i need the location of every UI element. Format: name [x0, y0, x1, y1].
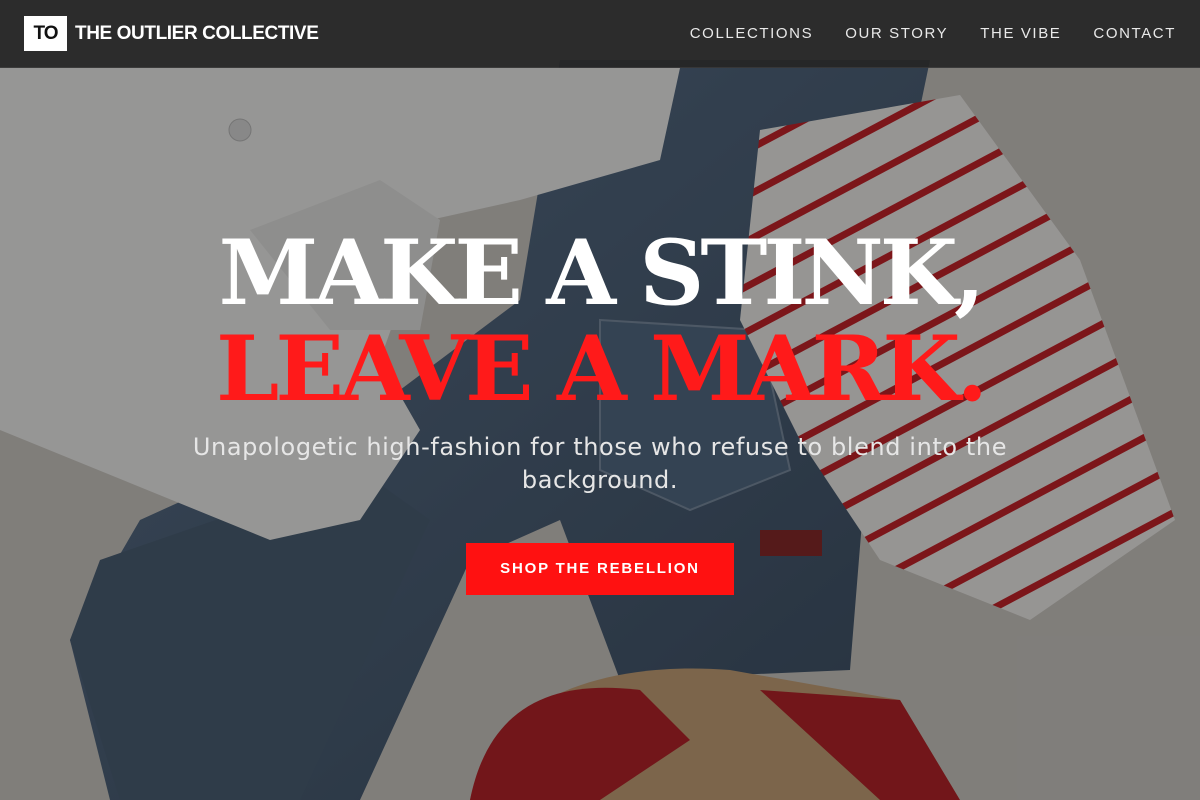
- logo-mark: TO: [24, 16, 67, 51]
- headline-line-1: MAKE A STINK,: [218, 220, 986, 326]
- nav-link-our-story[interactable]: OUR STORY: [845, 25, 948, 42]
- brand-name: THE OUTLIER COLLECTIVE: [75, 22, 319, 44]
- shop-the-rebellion-button[interactable]: SHOP THE REBELLION: [466, 543, 734, 595]
- hero-subheadline: Unapologetic high-fashion for those who …: [192, 433, 1008, 494]
- main-nav: COLLECTIONS OUR STORY THE VIBE CONTACT: [690, 25, 1176, 42]
- nav-link-the-vibe[interactable]: THE VIBE: [980, 25, 1061, 42]
- nav-link-contact[interactable]: CONTACT: [1093, 25, 1176, 42]
- brand-logo[interactable]: TO THE OUTLIER COLLECTIVE: [24, 16, 319, 51]
- hero-headline: MAKE A STINK, LEAVE A MARK.: [0, 225, 1200, 417]
- headline-line-2: LEAVE A MARK.: [216, 316, 988, 422]
- nav-link-collections[interactable]: COLLECTIONS: [690, 25, 813, 42]
- hero-section: MAKE A STINK, LEAVE A MARK. Unapologetic…: [0, 225, 1200, 595]
- site-header: TO THE OUTLIER COLLECTIVE COLLECTIONS OU…: [0, 0, 1200, 68]
